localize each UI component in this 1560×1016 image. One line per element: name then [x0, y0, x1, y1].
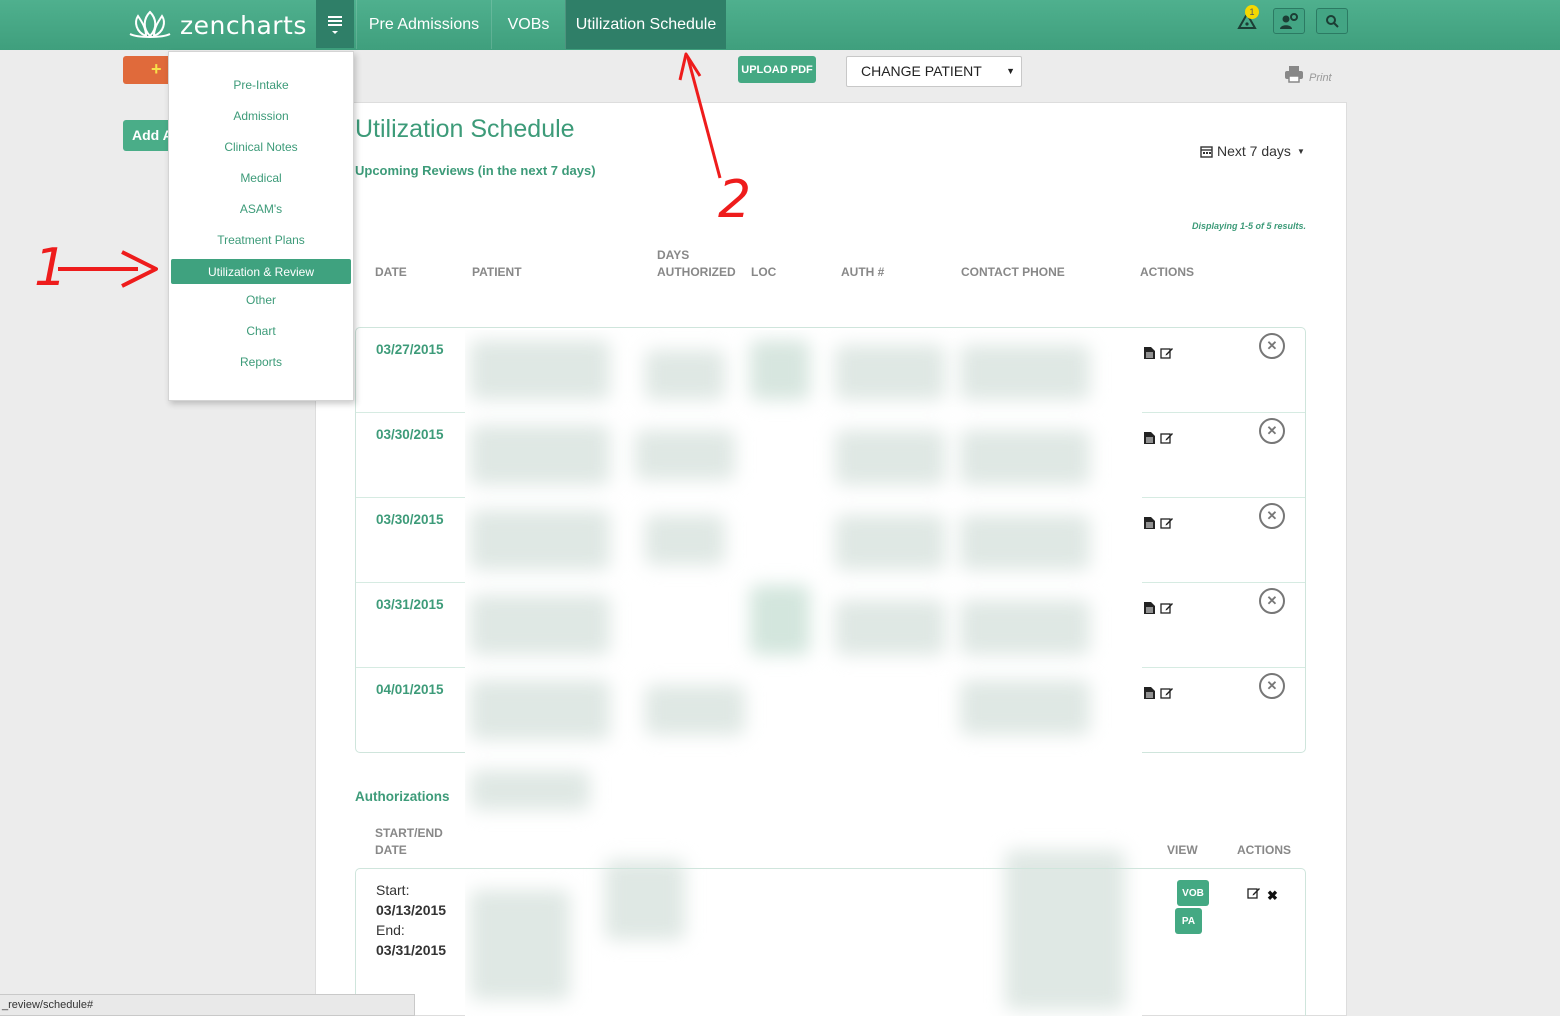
search-icon [1326, 15, 1339, 28]
document-icon[interactable] [1143, 686, 1156, 705]
menu-item-asams[interactable]: ASAM's [171, 197, 351, 221]
view-pa-button[interactable]: PA [1175, 908, 1202, 934]
menu-item-utilization-review[interactable]: Utilization & Review [171, 259, 351, 284]
document-icon[interactable] [1143, 346, 1156, 365]
edit-icon[interactable] [1160, 516, 1174, 535]
change-patient-label: CHANGE PATIENT [861, 63, 982, 79]
change-patient-select[interactable]: CHANGE PATIENT ▼ [846, 56, 1022, 87]
hamburger-icon [328, 15, 342, 18]
start-date: 03/13/2015 [376, 902, 447, 918]
browser-status-bar: _review/schedule# [0, 994, 415, 1016]
close-circle-icon[interactable]: ✕ [1259, 418, 1285, 444]
edit-icon[interactable] [1160, 686, 1174, 705]
annotation-number-2: 2 [718, 170, 752, 230]
auth-row-actions: ✖ [1247, 886, 1278, 905]
column-header-auth-number: AUTH # [841, 265, 885, 279]
annotation-arrow-1 [58, 250, 158, 288]
edit-icon[interactable] [1160, 346, 1174, 365]
end-label: End: [376, 922, 405, 938]
tab-utilization-schedule[interactable]: Utilization Schedule [565, 0, 726, 49]
column-header-view: VIEW [1167, 843, 1198, 857]
results-count: Displaying 1-5 of 5 results. [1191, 221, 1306, 231]
user-gear-icon [1280, 13, 1298, 29]
menu-item-other[interactable]: Other [171, 288, 351, 312]
tab-pre-admissions[interactable]: Pre Admissions [356, 0, 491, 49]
end-date: 03/31/2015 [376, 942, 447, 958]
user-settings-button[interactable] [1273, 8, 1305, 34]
upload-pdf-button[interactable]: UPLOAD PDF [738, 56, 816, 83]
authorizations-table [355, 868, 1306, 1016]
hamburger-icon-bar [328, 19, 342, 22]
date-range-dropdown[interactable]: Next 7 days ▼ [1200, 143, 1305, 159]
column-header-auth-actions: ACTIONS [1237, 843, 1291, 857]
authorizations-title: Authorizations [355, 789, 450, 804]
calendar-icon [1200, 145, 1213, 158]
add-authorization-button[interactable]: Add Au [123, 120, 173, 151]
caret-down-icon: ▼ [1296, 146, 1305, 156]
row-actions [1143, 346, 1174, 365]
close-circle-icon[interactable]: ✕ [1259, 333, 1285, 359]
delete-icon[interactable]: ✖ [1267, 888, 1278, 904]
column-header-patient: PATIENT [472, 265, 522, 279]
column-header-start-end-date: START/END DATE [375, 826, 443, 857]
menu-item-clinical-notes[interactable]: Clinical Notes [171, 135, 351, 159]
menu-item-reports[interactable]: Reports [171, 350, 351, 374]
brand-logo[interactable]: zencharts [128, 8, 307, 42]
close-circle-icon[interactable]: ✕ [1259, 588, 1285, 614]
menu-item-medical[interactable]: Medical [171, 166, 351, 190]
dropdown-arrow-icon: ▼ [1006, 66, 1015, 76]
review-row-date[interactable]: 03/27/2015 [376, 342, 444, 357]
document-icon[interactable] [1143, 516, 1156, 535]
row-actions [1143, 431, 1174, 450]
date-range-label: Next 7 days [1217, 143, 1291, 159]
review-row-date[interactable]: 03/30/2015 [376, 427, 444, 442]
menu-item-chart[interactable]: Chart [171, 319, 351, 343]
column-header-loc: LOC [751, 265, 777, 279]
brand-name: zencharts [180, 10, 307, 40]
column-header-contact-phone: CONTACT PHONE [961, 265, 1065, 279]
page-title: Utilization Schedule [355, 115, 575, 143]
close-circle-icon[interactable]: ✕ [1259, 503, 1285, 529]
column-header-days-authorized: DAYS AUTHORIZED [657, 248, 736, 279]
column-header-actions: ACTIONS [1140, 265, 1194, 279]
add-button[interactable]: + [123, 56, 173, 84]
annotation-arrow-2 [678, 52, 722, 179]
lotus-logo-icon [129, 10, 171, 38]
row-actions [1143, 516, 1174, 535]
printer-icon [1285, 66, 1303, 83]
column-header-date: DATE [375, 265, 407, 279]
caret-down-icon [332, 30, 338, 34]
page-subtitle: Upcoming Reviews (in the next 7 days) [355, 163, 596, 178]
edit-icon[interactable] [1247, 886, 1261, 905]
row-actions [1143, 601, 1174, 620]
authorization-dates: Start: 03/13/2015 End: 03/31/2015 [376, 880, 446, 960]
search-button[interactable] [1316, 8, 1348, 34]
print-label: Print [1309, 72, 1332, 84]
notification-badge: 1 [1245, 5, 1259, 19]
edit-icon[interactable] [1160, 431, 1174, 450]
row-actions [1143, 686, 1174, 705]
top-navbar: zencharts Pre Admissions VOBs Utilizatio… [0, 0, 1560, 50]
main-menu-dropdown: Pre-Intake Admission Clinical Notes Medi… [168, 51, 354, 401]
start-label: Start: [376, 882, 410, 898]
menu-item-pre-intake[interactable]: Pre-Intake [171, 73, 351, 97]
menu-item-treatment-plans[interactable]: Treatment Plans [171, 228, 351, 252]
review-row-date[interactable]: 04/01/2015 [376, 682, 444, 697]
review-row-date[interactable]: 03/31/2015 [376, 597, 444, 612]
edit-icon[interactable] [1160, 601, 1174, 620]
close-circle-icon[interactable]: ✕ [1259, 673, 1285, 699]
print-button[interactable]: Print [1284, 64, 1332, 84]
menu-item-admission[interactable]: Admission [171, 104, 351, 128]
hamburger-icon-bar [328, 23, 342, 26]
document-icon[interactable] [1143, 601, 1156, 620]
document-icon[interactable] [1143, 431, 1156, 450]
review-row-date[interactable]: 03/30/2015 [376, 512, 444, 527]
view-vob-button[interactable]: VOB [1177, 880, 1209, 906]
tab-vobs[interactable]: VOBs [491, 0, 565, 49]
main-menu-toggle[interactable] [316, 0, 354, 48]
